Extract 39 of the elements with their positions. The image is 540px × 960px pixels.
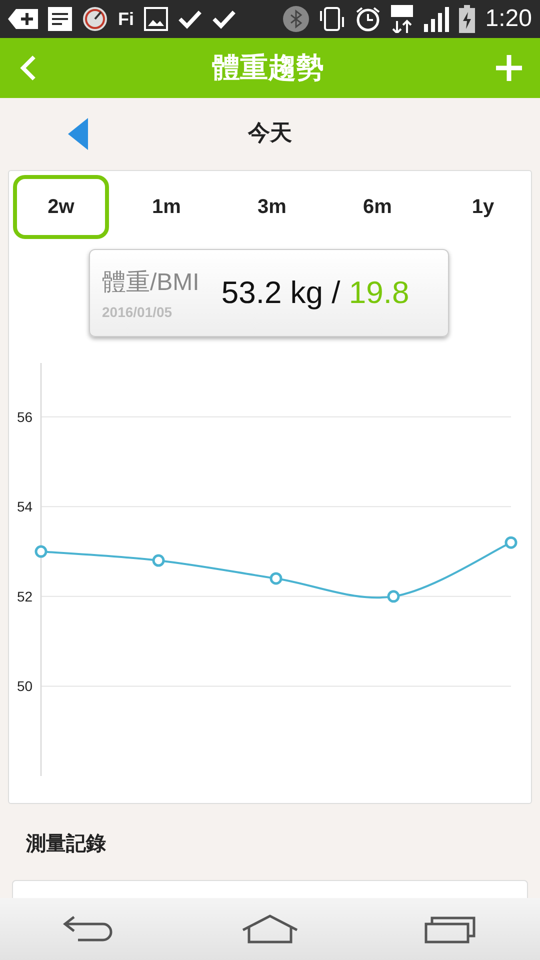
data-point[interactable]: [270, 572, 282, 585]
range-tab[interactable]: 2w: [13, 175, 109, 239]
axis-tick-label: 56: [17, 408, 33, 425]
gauge-icon: [82, 6, 108, 32]
range-tab[interactable]: 1y: [435, 175, 531, 239]
range-tab[interactable]: 3m: [224, 175, 320, 239]
data-point[interactable]: [34, 545, 48, 558]
alarm-icon: [355, 6, 382, 32]
bluetooth-icon: [283, 6, 310, 32]
app-label: Fi: [118, 8, 134, 30]
check-icon: [212, 9, 236, 29]
check-icon: [178, 9, 202, 29]
data-point[interactable]: [387, 590, 400, 603]
image-icon: [144, 7, 168, 31]
notes-icon: [48, 7, 72, 31]
tooltip-date: 2016/01/05: [102, 304, 174, 320]
range-tab[interactable]: 1m: [118, 175, 214, 239]
range-tab[interactable]: 6m: [330, 175, 426, 239]
signal-icon: [423, 6, 450, 32]
axis-tick-label: 50: [17, 678, 33, 694]
section-heading: 測量記錄: [24, 832, 107, 857]
axis-tick-label: 52: [17, 588, 33, 604]
tooltip-label: 體重/BMI: [102, 268, 200, 298]
weight-value: 53.2 kg /: [221, 275, 340, 310]
clock-time: 1:20: [485, 5, 532, 33]
screen-title: 體重趨勢: [212, 51, 324, 85]
add-icon: [8, 7, 38, 31]
vibrate-icon: [319, 5, 346, 33]
home-icon: [240, 914, 299, 944]
data-transfer-icon: [391, 5, 414, 33]
add-icon: [494, 53, 524, 83]
data-point[interactable]: [504, 536, 518, 549]
recent-apps-icon: [424, 914, 478, 944]
triangle-left-icon: [68, 118, 88, 150]
bmi-value: 19.8: [348, 275, 410, 310]
data-point[interactable]: [152, 554, 165, 567]
date-label: 今天: [248, 119, 292, 147]
axis-tick-label: 54: [17, 498, 33, 515]
battery-icon: [459, 5, 476, 33]
